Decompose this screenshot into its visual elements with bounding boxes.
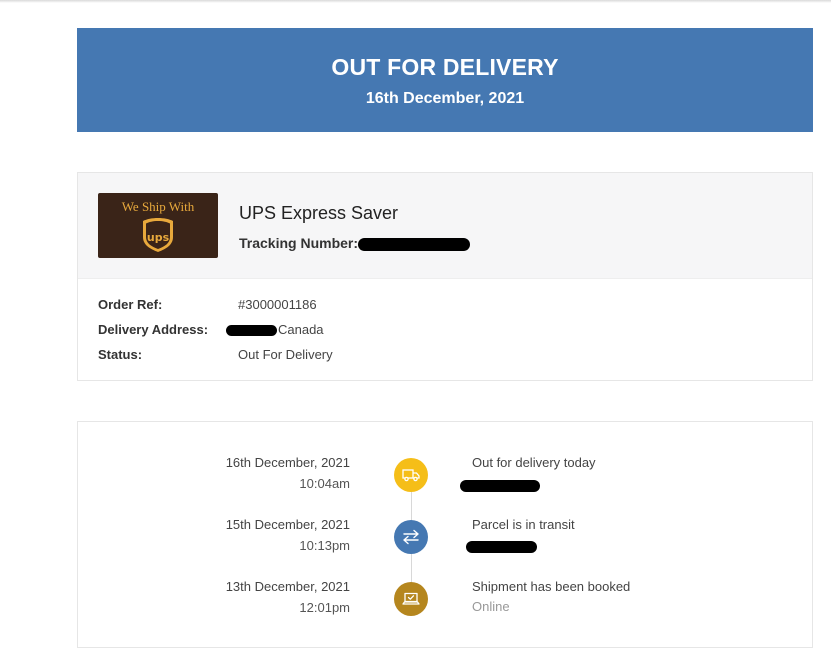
detail-value: Canada — [278, 322, 324, 337]
logo-tagline: We Ship With — [121, 199, 195, 214]
shipment-card: We Ship With ups UPS Express Saver Track… — [77, 172, 813, 381]
redacted-address — [226, 325, 277, 336]
timeline-event: 16th December, 2021 10:04am Out for deli… — [78, 455, 812, 505]
event-date: 13th December, 2021 — [225, 579, 350, 594]
timeline-event: 15th December, 2021 10:13pm Parcel is in… — [78, 517, 812, 567]
event-description: Out for delivery today — [472, 455, 596, 470]
redacted-event-detail — [466, 541, 537, 553]
detail-label: Order Ref: — [98, 297, 163, 312]
banner-title: OUT FOR DELIVERY — [331, 54, 559, 80]
status-banner: OUT FOR DELIVERY 16th December, 2021 — [77, 28, 813, 132]
tracking-number: Tracking Number: — [239, 235, 471, 251]
event-time: 10:13pm — [299, 538, 350, 553]
event-time: 10:04am — [299, 476, 350, 491]
event-date: 16th December, 2021 — [225, 455, 350, 470]
shipment-card-header: We Ship With ups UPS Express Saver Track… — [78, 173, 812, 279]
tracking-timeline: 16th December, 2021 10:04am Out for deli… — [77, 421, 813, 648]
redacted-event-detail — [460, 480, 540, 492]
detail-value: #3000001186 — [238, 297, 317, 312]
event-description: Parcel is in transit — [472, 517, 575, 532]
banner-date: 16th December, 2021 — [365, 90, 525, 107]
event-description: Shipment has been booked — [472, 579, 631, 594]
top-edge-shadow — [0, 0, 831, 3]
ups-shield-icon: ups — [143, 218, 173, 252]
carrier-name: UPS Express Saver — [239, 203, 399, 223]
event-subtext: Online — [472, 599, 510, 614]
event-date: 15th December, 2021 — [225, 517, 350, 532]
detail-value: Out For Delivery — [238, 347, 333, 362]
redacted-tracking-number — [358, 237, 471, 251]
svg-text:ups: ups — [147, 231, 170, 244]
timeline-event: 13th December, 2021 12:01pm Shipment has… — [78, 579, 812, 629]
detail-label: Delivery Address: — [98, 322, 209, 337]
ups-logo: We Ship With ups — [98, 193, 218, 258]
truck-icon — [394, 458, 428, 492]
laptop-check-icon — [394, 582, 428, 616]
tracking-label: Tracking Number: — [239, 235, 359, 251]
transfer-arrows-icon — [394, 520, 428, 554]
event-time: 12:01pm — [299, 600, 350, 615]
detail-label: Status: — [98, 347, 143, 362]
